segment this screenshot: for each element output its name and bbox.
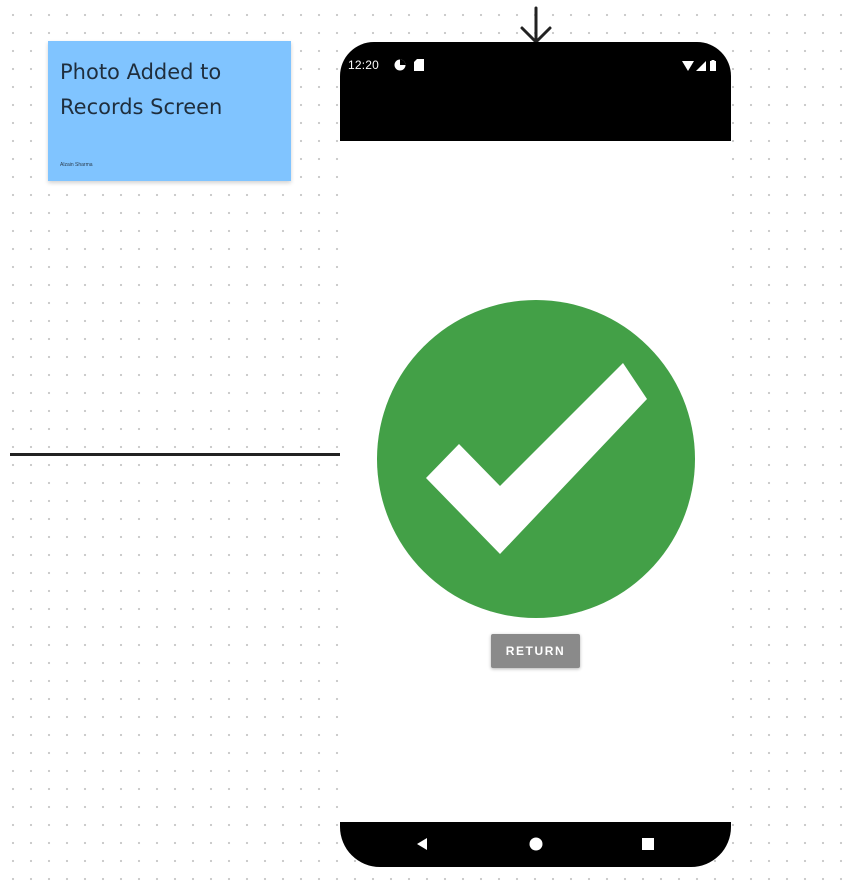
phone-frame: 12:20 RETURN (340, 42, 731, 867)
nav-bar (340, 822, 731, 867)
status-bar: 12:20 (340, 42, 731, 141)
success-check-icon (377, 300, 695, 618)
arrow-down-icon (520, 6, 552, 44)
recents-icon[interactable] (636, 832, 660, 856)
signal-icon (696, 61, 706, 71)
back-icon[interactable] (410, 832, 434, 856)
battery-icon (710, 60, 716, 71)
return-button[interactable]: RETURN (491, 634, 580, 668)
note-title: Photo Added to Records Screen (60, 60, 223, 119)
app-notification-icon (394, 59, 406, 71)
connector-line (10, 453, 342, 456)
sd-card-icon (414, 59, 424, 71)
note-author: Alzain Sharma (60, 162, 93, 168)
home-icon[interactable] (524, 832, 548, 856)
sticky-note[interactable]: Photo Added to Records Screen Alzain Sha… (48, 41, 291, 181)
wifi-icon (682, 61, 694, 71)
status-time: 12:20 (348, 58, 380, 72)
